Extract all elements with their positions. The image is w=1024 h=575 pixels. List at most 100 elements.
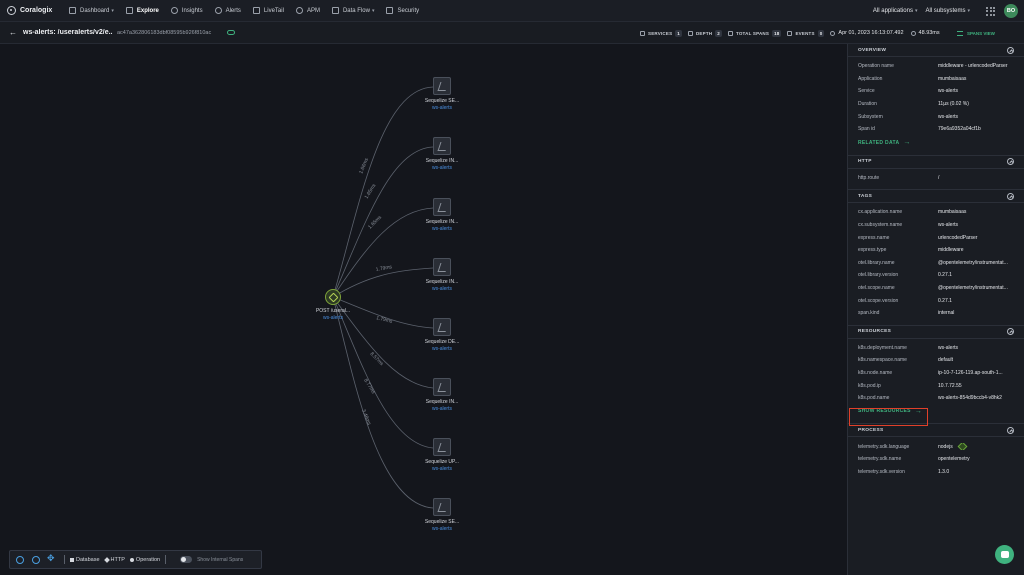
legend-label: HTTP (110, 556, 125, 563)
nav-livetail[interactable]: LiveTail (247, 0, 290, 22)
kv-row: telemetry.sdk.language nodejs (848, 440, 1024, 453)
chevron-up-icon[interactable] (1007, 158, 1014, 166)
kv-value: default (938, 357, 954, 364)
span-node[interactable]: Sequelize IN... ws-alerts (412, 137, 472, 171)
section-header-tags[interactable]: TAGS (848, 190, 1024, 204)
shield-icon (386, 7, 394, 14)
spans-view-button[interactable]: SPANS VIEW (957, 22, 995, 44)
operation-icon (325, 289, 341, 305)
clock-icon (830, 30, 836, 36)
kv-key: otel.library.version (858, 272, 899, 279)
nav-label: Explore (136, 7, 159, 14)
span-node[interactable]: Sequelize IN... ws-alerts (412, 378, 472, 412)
legend-operation: Operation (129, 556, 161, 563)
node-name: Sequelize SE... (424, 519, 460, 525)
section-header-http[interactable]: HTTP (848, 156, 1024, 169)
trace-header: ← ws-alerts: /useralerts/v2/e... ac47a36… (0, 22, 1024, 44)
zoom-in-icon[interactable] (16, 555, 24, 564)
services-icon (640, 30, 645, 36)
node-name: Sequelize IN... (425, 279, 459, 285)
chevron-up-icon[interactable] (1007, 46, 1014, 54)
nav-label: Dashboard (80, 7, 110, 14)
nav-label: APM (306, 7, 320, 14)
square-icon (70, 557, 74, 562)
section-title: OVERVIEW (858, 47, 887, 53)
chevron-down-icon: ▾ (967, 8, 970, 14)
kv-key: k8s.pod.ip (858, 382, 881, 389)
database-icon (433, 137, 451, 155)
nav-security[interactable]: Security (380, 0, 425, 22)
chevron-up-icon[interactable] (1007, 426, 1014, 434)
span-node[interactable]: Sequelize UP... ws-alerts (412, 438, 472, 472)
circle-icon (129, 557, 134, 562)
chevron-down-icon: ▾ (371, 7, 375, 14)
zoom-out-icon[interactable] (32, 555, 40, 564)
kv-key: Service (858, 88, 875, 95)
list-icon (957, 30, 963, 36)
node-service: ws-alerts (431, 526, 452, 532)
kv-value: internal (938, 310, 955, 317)
nav-insights[interactable]: Insights (165, 0, 209, 22)
nav-apm[interactable]: APM (290, 0, 326, 22)
internal-spans-toggle[interactable] (180, 556, 193, 563)
kv-key: k8s.deployment.name (858, 344, 907, 351)
root-span-node[interactable]: POST /useral... ws-alerts (303, 289, 363, 321)
section-header-resources[interactable]: RESOURCES (848, 326, 1024, 339)
node-service: ws-alerts (431, 105, 452, 111)
nav-alerts[interactable]: Alerts (209, 0, 247, 22)
stat-label: EVENTS (795, 30, 815, 36)
timer-icon (910, 30, 916, 36)
legend-label: Operation (135, 556, 161, 563)
copy-link-icon[interactable] (227, 30, 235, 35)
avatar[interactable]: BO (1004, 4, 1018, 18)
section-title: RESOURCES (858, 329, 892, 334)
subsystems-select[interactable]: All subsystems ▾ (925, 8, 970, 14)
coralogix-logo[interactable]: Coralogix (7, 6, 63, 15)
nav-label: LiveTail (263, 7, 284, 14)
chevron-up-icon[interactable] (1007, 328, 1014, 335)
chevron-up-icon[interactable] (1007, 192, 1014, 200)
span-node[interactable]: Sequelize SE... ws-alerts (412, 498, 472, 532)
span-node[interactable]: Sequelize DE... ws-alerts (412, 318, 472, 352)
kv-value: 0.27.1 (938, 272, 952, 279)
span-node[interactable]: Sequelize IN... ws-alerts (412, 258, 472, 292)
apps-grid-icon[interactable] (986, 6, 995, 16)
database-icon (433, 378, 451, 396)
section-header-process[interactable]: PROCESS (848, 424, 1024, 438)
trace-graph[interactable]: 1.66ms 1.65ms 1.65ms 1.79ms 1.79ms 8.57m… (0, 44, 847, 575)
nav-data-flow[interactable]: Data Flow ▾ (326, 0, 381, 22)
divider (165, 555, 167, 564)
move-icon[interactable] (47, 553, 56, 564)
kv-row: cx.application.name mumbaisaas (848, 206, 1024, 219)
kv-row: Operation name middleware - urlencodedPar… (848, 60, 1024, 73)
kv-key: cx.subsystem.name (858, 222, 903, 229)
http-section: http.route / (848, 169, 1024, 191)
trace-title: ws-alerts: /useralerts/v2/e... (23, 29, 113, 36)
duration-value: 48.93ms (918, 30, 940, 36)
edge-label: 3.48ms (360, 409, 372, 427)
timestamp-value: Apr 01, 2023 16:13:07.492 (838, 30, 904, 36)
span-node[interactable]: Sequelize SE... ws-alerts (412, 77, 472, 111)
kv-row: otel.scope.name @opentelemetry/instrument… (848, 282, 1024, 295)
database-icon (433, 77, 451, 95)
chat-support-button[interactable] (995, 545, 1014, 564)
edge-label: 1.79ms (375, 264, 393, 273)
dataflow-icon (331, 7, 339, 14)
applications-select[interactable]: All applications ▾ (873, 8, 918, 14)
subsystems-value: All subsystems (925, 8, 966, 14)
kv-value: ip-10-7-126-119.ap-south-1... (938, 369, 1003, 376)
nav-explore[interactable]: Explore (120, 0, 165, 22)
edge-label: 1.65ms (364, 183, 378, 201)
related-data-link[interactable]: RELATED DATA → (848, 136, 1024, 150)
nav-label: Data Flow (342, 7, 370, 14)
node-name: Sequelize IN... (425, 399, 459, 405)
section-header-overview[interactable]: OVERVIEW (848, 44, 1024, 57)
span-node[interactable]: Sequelize IN... ws-alerts (412, 198, 472, 232)
nav-dashboard[interactable]: Dashboard ▾ (63, 0, 120, 22)
back-arrow-icon[interactable]: ← (9, 28, 17, 37)
kv-row: Subsystem ws-alerts (848, 110, 1024, 123)
edge-labels: 1.66ms 1.65ms 1.65ms 1.79ms 1.79ms 8.57m… (358, 157, 393, 427)
chevron-down-icon: ▾ (111, 7, 114, 14)
legend-database: Database (70, 557, 100, 563)
node-name: Sequelize UP... (425, 459, 459, 465)
